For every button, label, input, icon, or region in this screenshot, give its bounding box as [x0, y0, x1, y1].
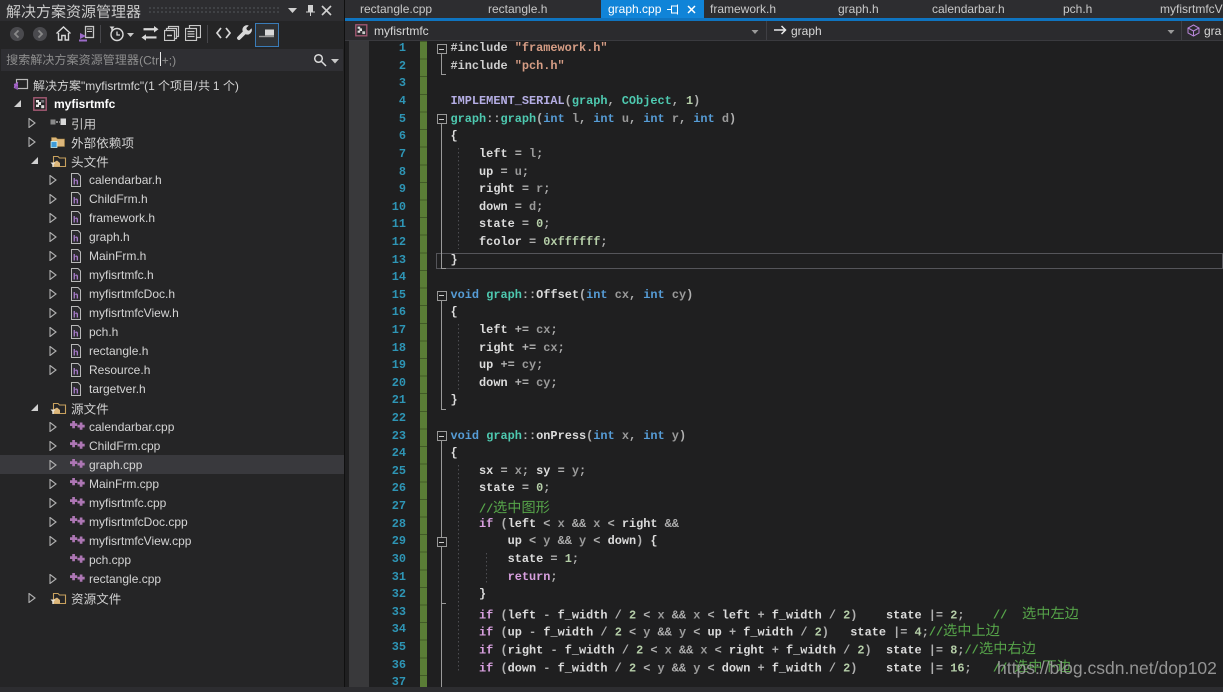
svg-text:h: h — [73, 252, 79, 262]
svg-text:h: h — [73, 328, 79, 338]
svg-text:h: h — [73, 195, 79, 205]
svg-text:h: h — [73, 290, 79, 300]
svg-text:h: h — [73, 176, 79, 186]
svg-text:h: h — [73, 214, 79, 224]
svg-text:h: h — [73, 309, 79, 319]
svg-text:h: h — [73, 271, 79, 281]
svg-text:h: h — [73, 347, 79, 357]
svg-text:h: h — [73, 366, 79, 376]
svg-text:h: h — [73, 385, 79, 395]
svg-text:h: h — [73, 233, 79, 243]
